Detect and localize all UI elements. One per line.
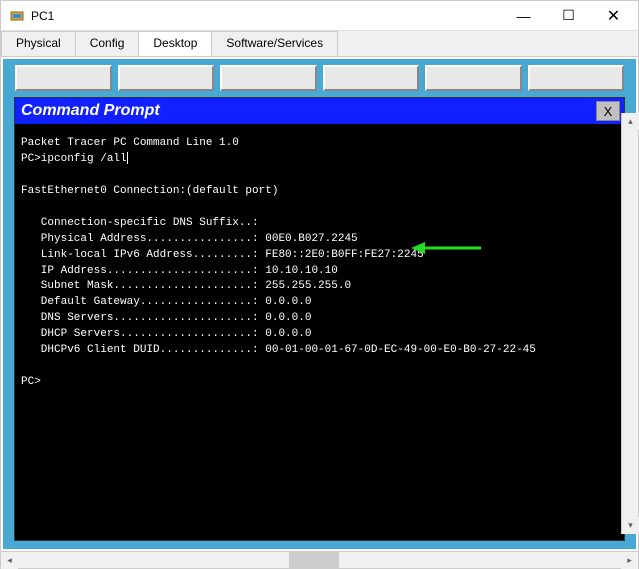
cmd-titlebar: Command Prompt X: [15, 98, 624, 124]
scroll-right-icon[interactable]: ▸: [621, 552, 638, 569]
window-controls: — ☐ ✕: [501, 2, 636, 30]
vertical-scrollbar[interactable]: ▴ ▾: [621, 113, 638, 534]
desktop-icon-row: [7, 63, 632, 95]
desktop-app-icon[interactable]: [425, 65, 522, 91]
scroll-track[interactable]: [622, 130, 638, 517]
text-cursor: [127, 152, 128, 164]
scroll-down-icon[interactable]: ▾: [622, 517, 639, 534]
scroll-track[interactable]: [18, 552, 621, 568]
desktop-app-icon[interactable]: [323, 65, 420, 91]
tab-physical[interactable]: Physical: [1, 31, 76, 56]
scroll-thumb[interactable]: [289, 552, 339, 569]
content-area: Command Prompt X Packet Tracer PC Comman…: [1, 57, 638, 551]
window-title: PC1: [31, 9, 501, 23]
window-titlebar: PC1 — ☐ ✕: [1, 1, 638, 31]
maximize-button[interactable]: ☐: [546, 2, 591, 30]
tab-desktop[interactable]: Desktop: [138, 31, 212, 56]
scroll-up-icon[interactable]: ▴: [622, 113, 639, 130]
scroll-left-icon[interactable]: ◂: [1, 552, 18, 569]
desktop-app-icon[interactable]: [118, 65, 215, 91]
tab-config[interactable]: Config: [75, 31, 140, 56]
command-prompt-window: Command Prompt X Packet Tracer PC Comman…: [14, 97, 625, 541]
minimize-button[interactable]: —: [501, 2, 546, 30]
cmd-terminal-body[interactable]: Packet Tracer PC Command Line 1.0 PC>ipc…: [15, 124, 624, 540]
desktop-app-icon[interactable]: [220, 65, 317, 91]
app-icon: [9, 8, 25, 24]
app-window: PC1 — ☐ ✕ Physical Config Desktop Softwa…: [0, 0, 639, 569]
tab-software-services[interactable]: Software/Services: [211, 31, 338, 56]
horizontal-scrollbar[interactable]: ◂ ▸: [1, 551, 638, 568]
annotation-arrow-icon: [411, 240, 481, 256]
cmd-close-button[interactable]: X: [596, 101, 620, 121]
desktop-app-icon[interactable]: [528, 65, 625, 91]
desktop-background: Command Prompt X Packet Tracer PC Comman…: [3, 59, 636, 549]
close-button[interactable]: ✕: [591, 2, 636, 30]
desktop-app-icon[interactable]: [15, 65, 112, 91]
tab-bar: Physical Config Desktop Software/Service…: [1, 31, 638, 57]
cmd-title: Command Prompt: [19, 102, 596, 120]
